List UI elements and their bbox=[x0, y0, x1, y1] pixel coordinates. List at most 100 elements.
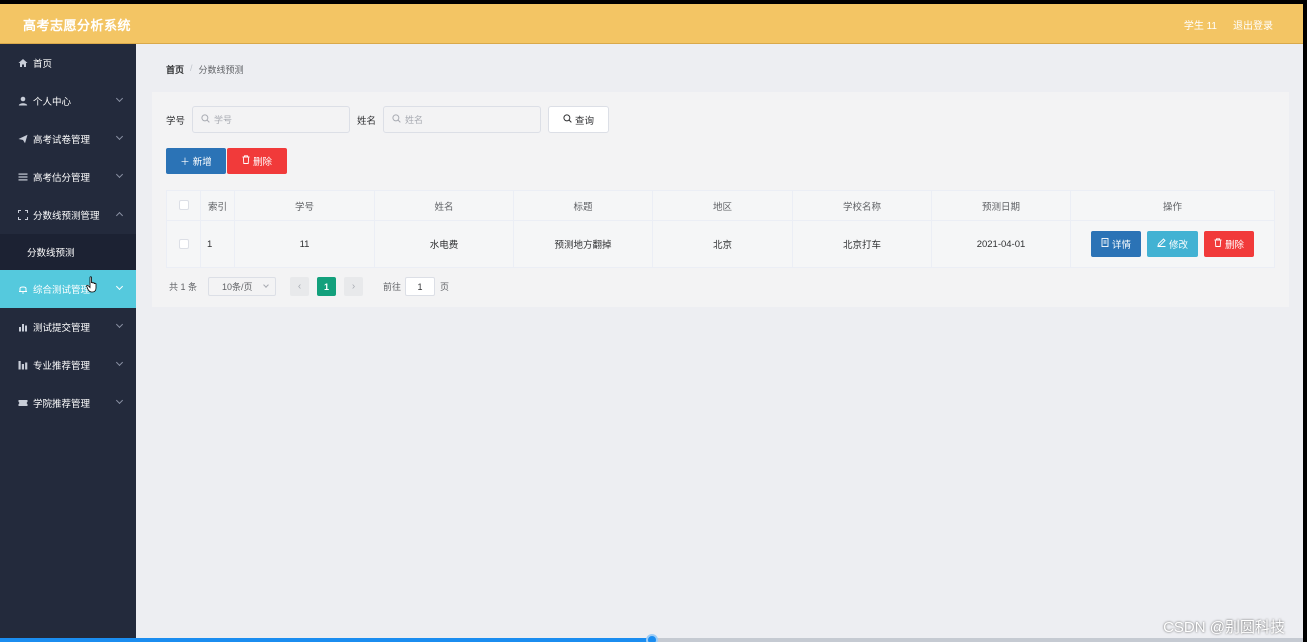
list-icon bbox=[17, 172, 28, 183]
student-id-field[interactable] bbox=[192, 106, 351, 133]
sidebar-item-label: 测试提交管理 bbox=[33, 323, 91, 334]
search-bar: 学号 姓名 查询 bbox=[166, 106, 610, 133]
chevron-down-icon bbox=[115, 132, 124, 141]
sidebar-item-score-estimate[interactable]: 高考估分管理 bbox=[0, 158, 136, 196]
column-header: 姓名 bbox=[374, 190, 514, 221]
user-icon bbox=[17, 96, 28, 107]
breadcrumb-separator: / bbox=[190, 63, 193, 73]
cell-student-id: 11 bbox=[234, 220, 375, 268]
add-button-label: 新增 bbox=[192, 157, 212, 168]
breadcrumb-home[interactable]: 首页 bbox=[166, 63, 184, 76]
column-header: 学号 bbox=[234, 190, 375, 221]
sidebar: 首页 个人中心 高考试卷管理 高考估分管理 分数线预测管理 分数线预测 综合测试… bbox=[0, 44, 136, 642]
search-icon bbox=[563, 113, 572, 126]
pagination-total: 共 1 条 bbox=[169, 282, 198, 292]
app-window: 高考志愿分析系统 学生 11 退出登录 首页 个人中心 高考试卷管理 高考估分管… bbox=[0, 4, 1303, 642]
goto-label: 前往 bbox=[383, 282, 402, 292]
query-button[interactable]: 查询 bbox=[548, 106, 610, 133]
student-id-label: 学号 bbox=[166, 115, 186, 127]
chevron-down-icon bbox=[115, 396, 124, 405]
chevron-down-icon bbox=[115, 170, 124, 179]
home-icon bbox=[17, 58, 28, 69]
sidebar-item-personal-center[interactable]: 个人中心 bbox=[0, 82, 136, 120]
select-all-checkbox[interactable] bbox=[178, 200, 189, 211]
select-all-cell[interactable] bbox=[166, 190, 201, 221]
cell-index: 1 bbox=[200, 220, 235, 268]
send-icon bbox=[17, 134, 28, 145]
action-buttons: ＋ 新增 删除 bbox=[166, 148, 287, 174]
page-size-select[interactable]: 10条/页 bbox=[208, 277, 277, 296]
sidebar-item-major-recommendation[interactable]: 专业推荐管理 bbox=[0, 346, 136, 384]
sidebar-item-label: 学院推荐管理 bbox=[33, 399, 91, 410]
bell-icon bbox=[17, 284, 28, 295]
current-user[interactable]: 学生 11 bbox=[1184, 17, 1217, 32]
sidebar-item-label: 专业推荐管理 bbox=[33, 361, 91, 372]
sidebar-item-cutoff-prediction-mgmt[interactable]: 分数线预测管理 bbox=[0, 196, 136, 234]
sidebar-item-label: 高考估分管理 bbox=[33, 173, 91, 184]
name-label: 姓名 bbox=[357, 115, 377, 127]
add-button[interactable]: ＋ 新增 bbox=[166, 148, 226, 174]
sidebar-item-home[interactable]: 首页 bbox=[0, 44, 136, 82]
sidebar-item-college-recommendation[interactable]: 学院推荐管理 bbox=[0, 384, 136, 422]
chevron-down-icon bbox=[115, 282, 124, 291]
column-header: 预测日期 bbox=[931, 190, 1071, 221]
pencil-icon bbox=[1157, 238, 1166, 250]
sidebar-item-comprehensive-test[interactable]: 综合测试管理 bbox=[0, 270, 136, 308]
chevron-down-icon bbox=[115, 320, 124, 329]
column-header: 地区 bbox=[652, 190, 793, 221]
watermark-text: CSDN @别圆科技 bbox=[1163, 619, 1285, 636]
row-select-cell[interactable] bbox=[166, 220, 201, 268]
cell-region: 北京 bbox=[652, 220, 793, 268]
sidebar-item-label: 首页 bbox=[33, 59, 53, 70]
sidebar-item-cutoff-prediction[interactable]: 分数线预测 bbox=[0, 234, 136, 270]
chevron-down-icon bbox=[263, 282, 269, 288]
cell-title: 预测地方翻掉 bbox=[513, 220, 653, 268]
row-checkbox[interactable] bbox=[178, 238, 189, 249]
app-title: 高考志愿分析系统 bbox=[23, 18, 132, 33]
sidebar-item-label: 分数线预测 bbox=[27, 248, 75, 259]
search-icon bbox=[201, 114, 210, 125]
trash-icon bbox=[242, 155, 250, 167]
delete-button-label: 删除 bbox=[252, 157, 272, 168]
sidebar-item-label: 个人中心 bbox=[33, 97, 72, 108]
header-user-area: 学生 11 退出登录 bbox=[1184, 17, 1273, 32]
csdn-watermark: CSDN @别圆科技 bbox=[1163, 610, 1293, 638]
cell-name: 水电费 bbox=[374, 220, 514, 268]
table-row: 1 11 水电费 预测地方翻掉 北京 北京打车 2021-04-01 详情 修改… bbox=[166, 220, 1275, 268]
sidebar-item-test-submission[interactable]: 测试提交管理 bbox=[0, 308, 136, 346]
query-button-label: 查询 bbox=[575, 115, 595, 127]
prev-page-button[interactable]: ‹ bbox=[290, 277, 310, 296]
name-field[interactable] bbox=[383, 106, 542, 133]
page-suffix-label: 页 bbox=[440, 282, 450, 292]
video-progress-bar[interactable] bbox=[0, 634, 1303, 642]
student-id-input[interactable] bbox=[214, 114, 335, 125]
edit-button-label: 修改 bbox=[1168, 240, 1188, 251]
ticket-icon bbox=[17, 398, 28, 409]
sidebar-item-label: 分数线预测管理 bbox=[33, 211, 100, 222]
logout-link[interactable]: 退出登录 bbox=[1233, 17, 1273, 32]
row-delete-button[interactable]: 删除 bbox=[1204, 231, 1255, 257]
column-header: 标题 bbox=[513, 190, 653, 221]
chevron-right-icon: › bbox=[351, 281, 356, 292]
name-input[interactable] bbox=[405, 114, 526, 125]
batch-delete-button[interactable]: 删除 bbox=[227, 148, 287, 174]
top-header: 高考志愿分析系统 学生 11 退出登录 bbox=[0, 4, 1303, 44]
sidebar-item-label: 高考试卷管理 bbox=[33, 135, 91, 146]
video-progress-handle[interactable] bbox=[646, 634, 658, 642]
document-icon bbox=[1101, 238, 1109, 250]
cell-operations: 详情 修改 删除 bbox=[1070, 220, 1275, 268]
next-page-button[interactable]: › bbox=[344, 277, 364, 296]
page-number-current[interactable]: 1 bbox=[317, 277, 337, 296]
breadcrumb-current: 分数线预测 bbox=[198, 65, 244, 75]
row-delete-button-label: 删除 bbox=[1225, 240, 1245, 251]
video-progress-fill bbox=[0, 638, 652, 642]
content-panel: 学号 姓名 查询 bbox=[152, 92, 1289, 307]
sidebar-item-exam-papers[interactable]: 高考试卷管理 bbox=[0, 120, 136, 158]
edit-button[interactable]: 修改 bbox=[1146, 231, 1198, 257]
goto-page-input[interactable] bbox=[405, 277, 436, 296]
plus-icon: ＋ bbox=[180, 157, 190, 168]
column-header: 学校名称 bbox=[792, 190, 932, 221]
bar-chart-icon bbox=[17, 322, 28, 333]
bar-chart-icon bbox=[17, 360, 28, 371]
detail-button[interactable]: 详情 bbox=[1090, 231, 1141, 257]
